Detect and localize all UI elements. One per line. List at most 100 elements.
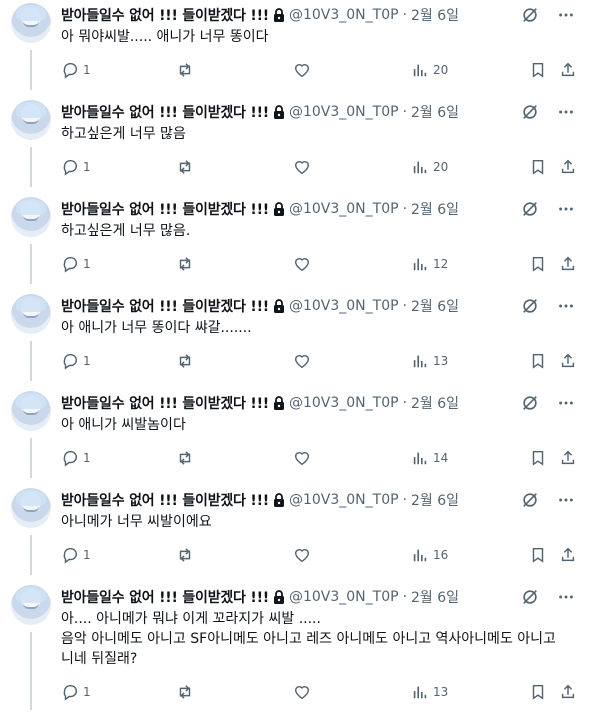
like-button[interactable] — [293, 449, 311, 467]
share-button[interactable] — [559, 61, 577, 79]
reply-button[interactable]: 1 — [61, 352, 91, 370]
like-button[interactable] — [293, 158, 311, 176]
tweet-date[interactable]: 2월 6일 — [411, 393, 459, 413]
display-name[interactable]: 받아들일수 없어 !!! 들이받겠다 !!! — [61, 296, 269, 316]
views-button[interactable]: 20 — [411, 158, 448, 176]
views-button[interactable]: 14 — [411, 449, 448, 467]
tweet[interactable]: 받아들일수 없어 !!! 들이받겠다 !!! @10V3_0N_T0P · 2월… — [0, 485, 593, 582]
views-button[interactable]: 16 — [411, 546, 448, 564]
reply-button[interactable]: 1 — [61, 158, 91, 176]
tweet-text: 아 애니가 너무 똥이다 쌰갈....... — [61, 320, 252, 336]
handle[interactable]: @10V3_0N_T0P — [289, 201, 399, 217]
bookmark-button[interactable] — [529, 449, 547, 467]
like-button[interactable] — [293, 546, 311, 564]
avatar[interactable] — [11, 488, 51, 528]
share-button[interactable] — [559, 683, 577, 701]
bookmark-icon — [532, 256, 544, 272]
avatar[interactable] — [11, 3, 51, 43]
retweet-button[interactable] — [176, 158, 194, 176]
more-icon[interactable] — [555, 4, 577, 26]
bookmark-button[interactable] — [529, 683, 547, 701]
bookmark-button[interactable] — [529, 158, 547, 176]
more-icon[interactable] — [555, 101, 577, 123]
grok-icon[interactable] — [519, 586, 541, 608]
tweet-date[interactable]: 2월 6일 — [411, 5, 459, 25]
display-name[interactable]: 받아들일수 없어 !!! 들이받겠다 !!! — [61, 199, 269, 219]
retweet-button[interactable] — [176, 61, 194, 79]
tweet-text: 하고싶은게 너무 많음 — [61, 126, 186, 142]
avatar[interactable] — [11, 391, 51, 431]
reply-button[interactable]: 1 — [61, 449, 91, 467]
tweet-date[interactable]: 2월 6일 — [411, 490, 459, 510]
share-button[interactable] — [559, 352, 577, 370]
avatar[interactable] — [11, 100, 51, 140]
more-icon[interactable] — [555, 198, 577, 220]
views-button[interactable]: 12 — [411, 255, 448, 273]
handle[interactable]: @10V3_0N_T0P — [289, 492, 399, 508]
tweet[interactable]: 받아들일수 없어 !!! 들이받겠다 !!! @10V3_0N_T0P · 2월… — [0, 582, 593, 713]
bookmark-button[interactable] — [529, 546, 547, 564]
bookmark-button[interactable] — [529, 61, 547, 79]
share-button[interactable] — [559, 158, 577, 176]
grok-icon[interactable] — [519, 4, 541, 26]
handle[interactable]: @10V3_0N_T0P — [289, 395, 399, 411]
avatar[interactable] — [11, 197, 51, 237]
share-button[interactable] — [559, 255, 577, 273]
separator-dot: · — [402, 201, 408, 217]
tweet[interactable]: 받아들일수 없어 !!! 들이받겠다 !!! @10V3_0N_T0P · 2월… — [0, 194, 593, 291]
grok-icon[interactable] — [519, 295, 541, 317]
tweet[interactable]: 받아들일수 없어 !!! 들이받겠다 !!! @10V3_0N_T0P · 2월… — [0, 291, 593, 388]
tweet-actions: 1 16 — [61, 545, 581, 565]
display-name[interactable]: 받아들일수 없어 !!! 들이받겠다 !!! — [61, 5, 269, 25]
bookmark-icon — [532, 62, 544, 78]
avatar[interactable] — [11, 585, 51, 625]
like-button[interactable] — [293, 255, 311, 273]
retweet-button[interactable] — [176, 352, 194, 370]
bookmark-icon — [532, 547, 544, 563]
retweet-button[interactable] — [176, 683, 194, 701]
like-button[interactable] — [293, 61, 311, 79]
display-name[interactable]: 받아들일수 없어 !!! 들이받겠다 !!! — [61, 393, 269, 413]
avatar[interactable] — [11, 294, 51, 334]
more-icon[interactable] — [555, 392, 577, 414]
reply-button[interactable]: 1 — [61, 683, 91, 701]
view-count: 12 — [433, 257, 449, 271]
reply-button[interactable]: 1 — [61, 255, 91, 273]
heart-icon — [294, 355, 310, 369]
tweet-date[interactable]: 2월 6일 — [411, 102, 459, 122]
bookmark-button[interactable] — [529, 255, 547, 273]
handle[interactable]: @10V3_0N_T0P — [289, 589, 399, 605]
grok-icon[interactable] — [519, 489, 541, 511]
more-icon[interactable] — [555, 295, 577, 317]
grok-icon[interactable] — [519, 392, 541, 414]
display-name[interactable]: 받아들일수 없어 !!! 들이받겠다 !!! — [61, 102, 269, 122]
reply-button[interactable]: 1 — [61, 61, 91, 79]
retweet-button[interactable] — [176, 449, 194, 467]
handle[interactable]: @10V3_0N_T0P — [289, 104, 399, 120]
like-button[interactable] — [293, 352, 311, 370]
bookmark-button[interactable] — [529, 352, 547, 370]
share-button[interactable] — [559, 449, 577, 467]
tweet-date[interactable]: 2월 6일 — [411, 199, 459, 219]
tweet[interactable]: 받아들일수 없어 !!! 들이받겠다 !!! @10V3_0N_T0P · 2월… — [0, 97, 593, 194]
retweet-button[interactable] — [176, 546, 194, 564]
handle[interactable]: @10V3_0N_T0P — [289, 298, 399, 314]
reply-button[interactable]: 1 — [61, 546, 91, 564]
tweet[interactable]: 받아들일수 없어 !!! 들이받겠다 !!! @10V3_0N_T0P · 2월… — [0, 388, 593, 485]
more-icon[interactable] — [555, 489, 577, 511]
display-name[interactable]: 받아들일수 없어 !!! 들이받겠다 !!! — [61, 587, 269, 607]
like-button[interactable] — [293, 683, 311, 701]
views-button[interactable]: 13 — [411, 683, 448, 701]
handle[interactable]: @10V3_0N_T0P — [289, 7, 399, 23]
more-icon[interactable] — [555, 586, 577, 608]
grok-icon[interactable] — [519, 198, 541, 220]
tweet-date[interactable]: 2월 6일 — [411, 587, 459, 607]
views-button[interactable]: 13 — [411, 352, 448, 370]
share-button[interactable] — [559, 546, 577, 564]
tweet-date[interactable]: 2월 6일 — [411, 296, 459, 316]
views-button[interactable]: 20 — [411, 61, 448, 79]
retweet-button[interactable] — [176, 255, 194, 273]
display-name[interactable]: 받아들일수 없어 !!! 들이받겠다 !!! — [61, 490, 269, 510]
grok-icon[interactable] — [519, 101, 541, 123]
tweet[interactable]: 받아들일수 없어 !!! 들이받겠다 !!! @10V3_0N_T0P · 2월… — [0, 0, 593, 97]
